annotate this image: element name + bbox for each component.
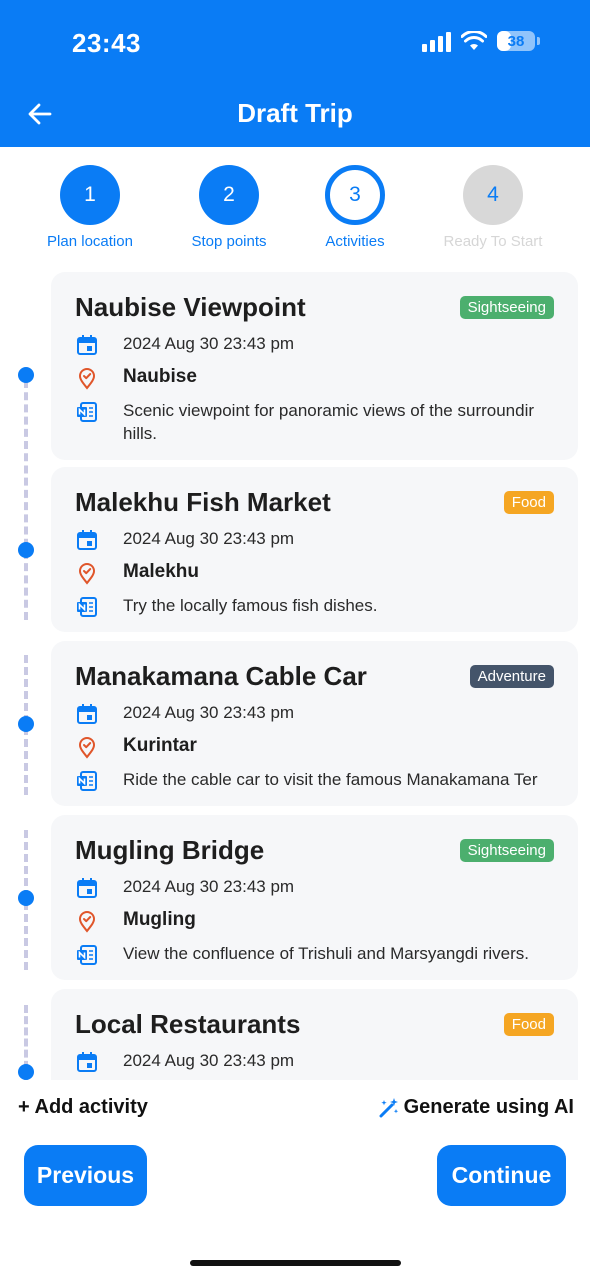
calendar-icon: [77, 530, 97, 550]
activity-location: Malekhu: [123, 561, 200, 582]
location-pin-icon: [78, 368, 96, 390]
step-number: 3: [325, 165, 385, 225]
activity-date-row: 2024 Aug 30 23:43 pm: [75, 527, 554, 552]
notes-icon: [77, 402, 97, 422]
activity-note: Scenic viewpoint for panoramic views of …: [123, 401, 535, 443]
calendar-icon: [77, 704, 97, 724]
draft-trip-screen: 23:43 38 Draft Trip 1 Plan location 2 St…: [0, 0, 590, 1280]
home-indicator[interactable]: [190, 1260, 401, 1266]
calendar-icon: [77, 335, 97, 355]
activity-location: Mugling: [123, 909, 196, 930]
location-pin-icon: [78, 737, 96, 759]
activity-title: Malekhu Fish Market: [75, 487, 331, 517]
timeline-dot: [18, 890, 34, 906]
location-pin-icon: [78, 911, 96, 933]
continue-button[interactable]: Continue: [437, 1145, 566, 1206]
notes-icon: [77, 597, 97, 617]
timeline-dot: [18, 1064, 34, 1080]
activity-location: Kurintar: [123, 735, 197, 756]
category-badge: Adventure: [469, 665, 554, 688]
activity-location-row: Naubise: [75, 365, 554, 390]
activity-datetime: 2024 Aug 30 23:43 pm: [123, 703, 295, 722]
battery-cap: [537, 37, 540, 45]
category-badge: Sightseeing: [459, 296, 554, 319]
step-number: 1: [60, 165, 120, 225]
activity-location: Naubise: [123, 366, 197, 387]
activity-note: Try the locally famous fish dishes.: [123, 596, 378, 615]
step-label: Activities: [325, 233, 385, 250]
step-number: 2: [199, 165, 259, 225]
previous-button[interactable]: Previous: [24, 1145, 147, 1206]
page-title: Draft Trip: [237, 98, 353, 128]
notes-icon: [77, 771, 97, 791]
step-stop-points[interactable]: 2 Stop points: [159, 165, 299, 250]
add-activity-button[interactable]: + Add activity: [18, 1096, 148, 1119]
step-plan-location[interactable]: 1 Plan location: [20, 165, 160, 250]
activity-datetime: 2024 Aug 30 23:43 pm: [123, 529, 295, 548]
activity-card[interactable]: Naubise Viewpoint Sightseeing 2024 Aug 3…: [51, 272, 578, 460]
timeline-dot: [18, 367, 34, 383]
step-number: 4: [463, 165, 523, 225]
timeline-dot: [18, 716, 34, 732]
calendar-icon: [77, 1052, 97, 1072]
activity-date-row: 2024 Aug 30 23:43 pm: [75, 875, 554, 900]
activity-date-row: 2024 Aug 30 23:43 pm: [75, 1049, 554, 1074]
step-label: Plan location: [47, 233, 133, 250]
battery-percentage: 38: [507, 32, 525, 50]
notes-icon: [77, 945, 97, 965]
activity-location-row: Kurintar: [75, 734, 554, 759]
step-ready-to-start[interactable]: 4 Ready To Start: [423, 165, 563, 250]
activity-date-row: 2024 Aug 30 23:43 pm: [75, 701, 554, 726]
timeline-connector: [24, 380, 28, 620]
category-badge: Sightseeing: [459, 839, 554, 862]
generate-ai-label: Generate using AI: [403, 1096, 574, 1118]
activity-location-row: Mugling: [75, 908, 554, 933]
activity-date-row: 2024 Aug 30 23:43 pm: [75, 332, 554, 357]
step-label: Ready To Start: [443, 233, 543, 250]
progress-stepper: 1 Plan location 2 Stop points 3 Activiti…: [0, 165, 590, 255]
activity-card[interactable]: Manakamana Cable Car Adventure 2024 Aug …: [51, 641, 578, 806]
activity-list[interactable]: Naubise Viewpoint Sightseeing 2024 Aug 3…: [0, 270, 590, 1080]
category-badge: Food: [503, 1013, 554, 1036]
status-time: 23:43: [72, 28, 141, 58]
timeline-dot: [18, 542, 34, 558]
activity-card[interactable]: Mugling Bridge Sightseeing 2024 Aug 30 2…: [51, 815, 578, 980]
activity-note-row: View the confluence of Trishuli and Mars…: [75, 942, 554, 967]
magic-wand-icon: [379, 1097, 398, 1117]
step-activities[interactable]: 3 Activities: [285, 165, 425, 250]
activity-datetime: 2024 Aug 30 23:43 pm: [123, 1051, 295, 1070]
activity-card[interactable]: Malekhu Fish Market Food 2024 Aug 30 23:…: [51, 467, 578, 632]
activity-note-row: Scenic viewpoint for panoramic views of …: [75, 399, 554, 445]
wifi-icon: [461, 31, 487, 50]
app-header: 23:43 38 Draft Trip: [0, 0, 590, 147]
activity-location-row: Malekhu: [75, 560, 554, 585]
location-pin-icon: [78, 563, 96, 585]
generate-ai-button[interactable]: Generate using AI: [378, 1096, 574, 1119]
activity-note: Ride the cable car to visit the famous M…: [123, 770, 538, 789]
cellular-signal-icon: [422, 30, 451, 52]
battery-icon: 38: [497, 31, 535, 51]
activity-title: Local Restaurants: [75, 1009, 301, 1039]
activity-datetime: 2024 Aug 30 23:43 pm: [123, 334, 295, 353]
activity-datetime: 2024 Aug 30 23:43 pm: [123, 877, 295, 896]
step-label: Stop points: [191, 233, 267, 250]
activity-note-row: Ride the cable car to visit the famous M…: [75, 768, 554, 793]
calendar-icon: [77, 878, 97, 898]
activity-note-row: Try the locally famous fish dishes.: [75, 594, 554, 619]
status-icons: 38: [422, 30, 540, 52]
activity-note: View the confluence of Trishuli and Mars…: [123, 944, 529, 963]
activity-card[interactable]: Local Restaurants Food 2024 Aug 30 23:43…: [51, 989, 578, 1080]
category-badge: Food: [503, 491, 554, 514]
